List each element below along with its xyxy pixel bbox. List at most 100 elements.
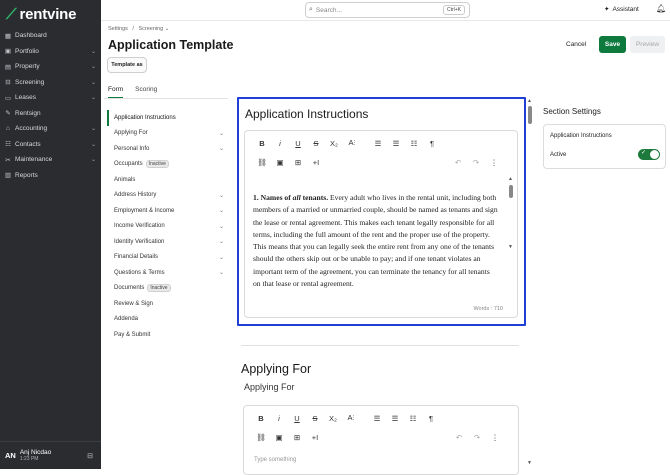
breadcrumb-screening[interactable]: Screening: [138, 26, 163, 32]
align-center-button[interactable]: ☰: [386, 414, 404, 423]
sidebar-item-contacts[interactable]: ☷ Contacts ⌄: [0, 137, 101, 153]
user-profile[interactable]: AN Anj Nicdao 1:23 PM ⊟: [0, 441, 101, 469]
section-item[interactable]: Occupants Inactive: [107, 157, 229, 173]
scroll-up-icon[interactable]: ▲: [527, 98, 532, 104]
align-center-button[interactable]: ☰: [387, 139, 405, 148]
chevron-down-icon[interactable]: ⌄: [165, 26, 170, 32]
sidebar-item-property[interactable]: ▤ Property ⌄: [0, 59, 101, 75]
paragraph-button[interactable]: ¶: [423, 139, 441, 148]
align-left-button[interactable]: ☰: [368, 414, 386, 423]
undo-button[interactable]: ↶: [449, 158, 467, 167]
more-options-button[interactable]: ⋮: [485, 158, 503, 167]
chevron-down-icon[interactable]: ⌄: [91, 141, 101, 148]
chevron-down-icon[interactable]: ⌄: [219, 145, 224, 152]
chevron-down-icon[interactable]: ⌄: [219, 269, 224, 276]
template-button[interactable]: Template as: [107, 57, 147, 73]
section-item[interactable]: Questions & Terms ⌄: [107, 265, 229, 281]
preview-button[interactable]: Preview: [630, 36, 665, 53]
section-item[interactable]: Address History ⌄: [107, 188, 229, 204]
insert-button[interactable]: +I: [306, 433, 324, 442]
bold-button[interactable]: B: [252, 414, 270, 423]
chevron-down-icon[interactable]: ⌄: [91, 125, 101, 132]
chevron-down-icon[interactable]: ⌄: [219, 130, 224, 137]
section-item[interactable]: Income Verification ⌄: [107, 219, 229, 235]
section-item[interactable]: Documents Inactive: [107, 281, 229, 297]
chevron-down-icon[interactable]: ⌄: [91, 156, 101, 163]
main-scrollbar[interactable]: ▲ ▼: [527, 98, 533, 469]
chevron-down-icon[interactable]: ⌄: [219, 254, 224, 261]
image-button[interactable]: ▣: [271, 158, 289, 167]
chevron-down-icon[interactable]: ⌄: [91, 48, 101, 55]
section-item[interactable]: Pay & Submit: [107, 327, 229, 343]
align-left-button[interactable]: ☰: [369, 139, 387, 148]
chevron-down-icon[interactable]: ⌄: [219, 207, 224, 214]
chevron-down-icon[interactable]: ⌄: [91, 63, 101, 70]
cancel-button[interactable]: Cancel: [566, 41, 586, 48]
sidebar-item-maintenance[interactable]: ✂ Maintenance ⌄: [0, 152, 101, 168]
tab-form[interactable]: Form: [108, 86, 124, 98]
subscript-button[interactable]: X₂: [325, 139, 343, 148]
sidebar-item-screening[interactable]: ⊟ Screening ⌄: [0, 75, 101, 91]
font-size-button[interactable]: A⫶: [342, 413, 360, 423]
sidebar-item-rentsign[interactable]: ✎ Rentsign: [0, 106, 101, 122]
editor-scrollbar[interactable]: ▲ ▼: [508, 176, 514, 251]
sidebar-item-leases[interactable]: ▭ Leases ⌄: [0, 90, 101, 106]
logo[interactable]: ⟋ rentvine: [6, 4, 76, 24]
save-button[interactable]: Save: [599, 36, 626, 53]
scroll-down-icon[interactable]: ▼: [508, 244, 513, 250]
more-options-button[interactable]: ⋮: [486, 433, 504, 442]
italic-button[interactable]: i: [271, 139, 289, 148]
section-item[interactable]: Review & Sign: [107, 296, 229, 312]
section-item[interactable]: Employment & Income ⌄: [107, 203, 229, 219]
section-item[interactable]: Application Instructions: [107, 110, 229, 126]
strikethrough-button[interactable]: S: [307, 139, 325, 148]
assistant-button[interactable]: ✦ Assistant: [604, 5, 639, 14]
paragraph-button[interactable]: ¶: [422, 414, 440, 423]
redo-button[interactable]: ↷: [468, 433, 486, 442]
scroll-down-icon[interactable]: ▼: [527, 460, 532, 466]
section-item[interactable]: Applying For ⌄: [107, 126, 229, 142]
strikethrough-button[interactable]: S: [306, 414, 324, 423]
scroll-thumb[interactable]: [509, 185, 513, 198]
sidebar-item-dashboard[interactable]: ▦ Dashboard: [0, 28, 101, 44]
underline-button[interactable]: U: [289, 139, 307, 148]
scroll-thumb[interactable]: [528, 106, 532, 124]
table-button[interactable]: ⊞: [289, 158, 307, 167]
list-button[interactable]: ☷: [405, 139, 423, 148]
applying-for-editor[interactable]: B i U S X₂ A⫶ ☰ ☰ ☷ ¶ ⛓ ▣ ⊞ +I ↶ ↷ ⋮ Typ…: [243, 405, 519, 475]
underline-button[interactable]: U: [288, 414, 306, 423]
chevron-down-icon[interactable]: ⌄: [91, 79, 101, 86]
editor-placeholder[interactable]: Type something: [254, 457, 296, 463]
rich-text-editor[interactable]: B i U S X₂ A⫶ ☰ ☰ ☷ ¶ ⛓ ▣ ⊞ +I ↶ ↷ ⋮ 1. …: [244, 130, 518, 318]
section-item[interactable]: Personal Info ⌄: [107, 141, 229, 157]
chevron-down-icon[interactable]: ⌄: [219, 223, 224, 230]
font-size-button[interactable]: A⫶: [343, 138, 361, 148]
list-button[interactable]: ☷: [404, 414, 422, 423]
bold-button[interactable]: B: [253, 139, 271, 148]
section-item[interactable]: Animals: [107, 172, 229, 188]
scroll-up-icon[interactable]: ▲: [508, 176, 513, 182]
section-item[interactable]: Financial Details ⌄: [107, 250, 229, 266]
tab-scoring[interactable]: Scoring: [135, 86, 157, 98]
insert-button[interactable]: +I: [307, 158, 325, 167]
link-button[interactable]: ⛓: [253, 158, 271, 167]
chevron-down-icon[interactable]: ⌄: [219, 238, 224, 245]
italic-button[interactable]: i: [270, 414, 288, 423]
image-button[interactable]: ▣: [270, 433, 288, 442]
collapse-sidebar-icon[interactable]: ⊟: [87, 452, 93, 460]
link-button[interactable]: ⛓: [252, 433, 270, 442]
sidebar-item-reports[interactable]: ▥ Reports: [0, 168, 101, 184]
subscript-button[interactable]: X₂: [324, 414, 342, 423]
bell-icon[interactable]: 🔔︎: [656, 4, 666, 13]
section-item[interactable]: Addenda: [107, 312, 229, 328]
sidebar-item-portfolio[interactable]: ▣ Portfolio ⌄: [0, 44, 101, 60]
undo-button[interactable]: ↶: [450, 433, 468, 442]
editor-content[interactable]: 1. Names of all tenants. Every adult who…: [253, 192, 499, 297]
redo-button[interactable]: ↷: [467, 158, 485, 167]
search-input[interactable]: Search...: [316, 7, 342, 14]
chevron-down-icon[interactable]: ⌄: [91, 94, 101, 101]
search-box[interactable]: ⌕ Search... Ctrl+K: [305, 2, 470, 18]
active-toggle[interactable]: ✓: [638, 149, 660, 160]
sidebar-item-accounting[interactable]: ⌂ Accounting ⌄: [0, 121, 101, 137]
table-button[interactable]: ⊞: [288, 433, 306, 442]
